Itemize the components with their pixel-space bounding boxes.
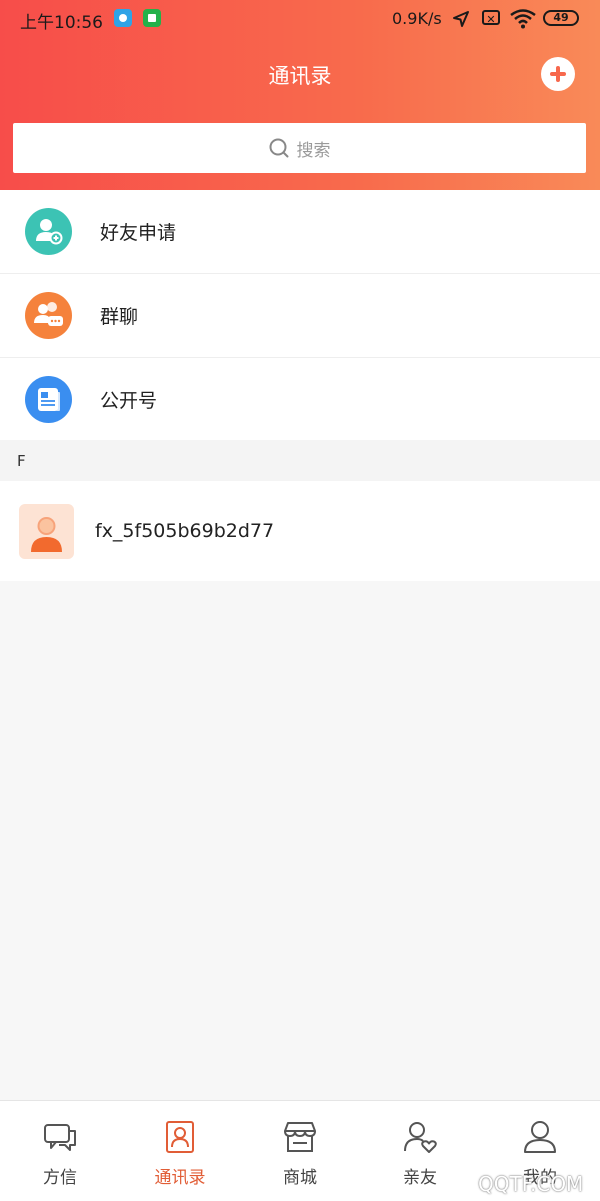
list-item-label: 公开号 — [100, 390, 158, 412]
status-time: 上午10:56 — [20, 13, 103, 33]
notification-app-icon-2 — [143, 9, 161, 27]
section-index-header: F — [0, 440, 600, 481]
contact-name: fx_5f505b69b2d77 — [95, 520, 275, 542]
location-arrow-icon — [453, 11, 469, 27]
tab-label: 商城 — [283, 1168, 317, 1188]
tab-store[interactable]: 商城 — [240, 1101, 360, 1201]
tab-label: 亲友 — [403, 1168, 437, 1188]
tab-label: 通讯录 — [154, 1168, 206, 1188]
contact-row[interactable]: fx_5f505b69b2d77 — [0, 481, 600, 581]
wifi-icon — [510, 9, 536, 29]
add-button[interactable] — [541, 57, 575, 91]
tab-fangxin[interactable]: 方信 — [0, 1101, 120, 1201]
chat-icon — [44, 1124, 76, 1151]
quick-access-list: 好友申请 群聊 公开号 — [0, 190, 600, 441]
battery-indicator: 49 — [543, 10, 579, 26]
header-bar: 上午10:56 0.9K/s ✕ 49 通讯录 搜索 — [0, 0, 600, 190]
network-speed: 0.9K/s — [392, 9, 442, 28]
add-friend-icon — [25, 208, 72, 255]
list-item-label: 群聊 — [100, 306, 139, 328]
relatives-icon — [404, 1122, 437, 1153]
list-item-label: 好友申请 — [100, 222, 177, 244]
tab-relatives[interactable]: 亲友 — [360, 1101, 480, 1201]
group-chat-icon — [25, 292, 72, 339]
list-item-group-chat[interactable]: 群聊 — [0, 274, 600, 358]
watermark: QQTF.COM — [478, 1172, 584, 1196]
list-item-public-accounts[interactable]: 公开号 — [0, 358, 600, 441]
sim-card-icon: ✕ — [482, 10, 500, 26]
store-icon — [284, 1122, 316, 1152]
profile-icon — [524, 1121, 556, 1153]
status-bar: 上午10:56 0.9K/s ✕ 49 — [0, 0, 600, 38]
search-bar[interactable]: 搜索 — [13, 123, 586, 173]
section-letter: F — [17, 452, 26, 470]
list-item-friend-requests[interactable]: 好友申请 — [0, 190, 600, 274]
tab-label: 方信 — [43, 1168, 77, 1188]
search-placeholder: 搜索 — [296, 140, 331, 161]
tab-contacts[interactable]: 通讯录 — [120, 1101, 240, 1201]
avatar — [19, 504, 74, 559]
public-account-icon — [25, 376, 72, 423]
search-icon — [269, 138, 288, 158]
contacts-icon — [166, 1121, 194, 1153]
page-title: 通讯录 — [268, 64, 332, 88]
notification-app-icon — [114, 9, 132, 27]
